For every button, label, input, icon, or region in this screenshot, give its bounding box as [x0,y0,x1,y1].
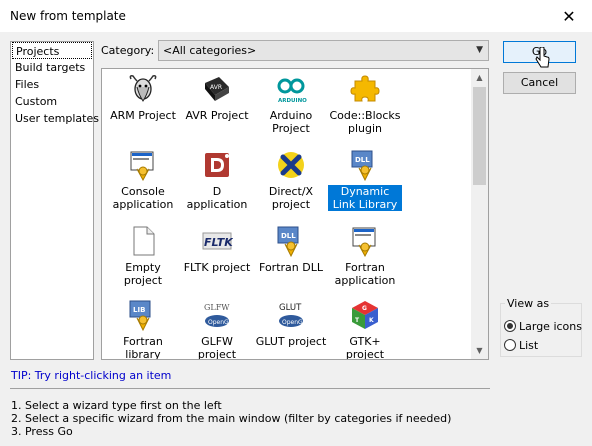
scroll-down-icon[interactable]: ▼ [471,342,488,359]
template-label: Fortran application [334,261,396,287]
radio-label: List [519,338,539,352]
template-label: Fortran library [123,335,163,360]
glut-icon: GLUT OpenGL [275,299,307,331]
dll-icon: DLL [275,225,307,258]
svg-text:DLL: DLL [355,156,370,164]
svg-text:OpenGL: OpenGL [208,319,233,326]
template-fortran-dll[interactable]: DLL Fortran DLL [254,225,328,274]
svg-text:OpenGL: OpenGL [282,319,307,326]
d-lang-icon [201,149,233,181]
template-label: Arduino Project [269,109,313,135]
template-fortran-application[interactable]: Fortran application [328,225,402,287]
gtk-icon: G T K [349,299,381,331]
template-empty-project[interactable]: Empty project [106,225,180,287]
template-grid-scrollbar[interactable]: ▲ ▼ [471,69,488,359]
template-gtk-project[interactable]: G T K GTK+ project [328,299,402,360]
blank-file-icon [127,225,159,257]
monitor-icon [349,225,381,258]
scroll-up-icon[interactable]: ▲ [471,69,488,86]
wizard-type-files[interactable]: Files [11,76,93,93]
wizard-type-build-targets[interactable]: Build targets [11,59,93,76]
radio-button-checked[interactable] [504,320,516,332]
cancel-button[interactable]: Cancel [503,72,576,94]
instruction-line: 3. Press Go [11,425,73,438]
gnu-icon [127,73,159,105]
view-list-option[interactable]: List [504,338,538,352]
svg-text:FLTK: FLTK [204,236,233,249]
new-from-template-dialog: New from template ✕ Projects Build targe… [0,0,592,446]
category-label: Category: [101,44,155,57]
tip-text: TIP: Try right-clicking an item [11,369,172,382]
radio-label: Large icons [519,319,582,333]
directx-icon [275,149,307,181]
glfw-icon: GLFW OpenGL [201,299,233,331]
wizard-type-list[interactable]: Projects Build targets Files Custom User… [10,41,99,360]
template-dynamic-link-library[interactable]: DLL Dynamic Link Library [328,149,402,211]
template-label: D application [186,185,248,211]
template-label: GLFW project [197,335,237,360]
template-avr-project[interactable]: AVR AVR Project [180,73,254,122]
svg-text:K: K [369,317,374,324]
svg-text:ARDUINO: ARDUINO [278,98,307,104]
view-large-icons-option[interactable]: Large icons [504,319,582,333]
template-console-application[interactable]: Console application [106,149,180,211]
instruction-line: 1. Select a wizard type first on the lef… [11,399,222,412]
template-label: Fortran DLL [259,261,323,274]
scroll-thumb[interactable] [473,87,486,185]
view-as-legend: View as [505,297,552,310]
template-directx-project[interactable]: Direct/X project [254,149,328,211]
wizard-type-projects[interactable]: Projects [12,42,92,59]
lib-icon: LIB [127,299,159,332]
title-bar: New from template ✕ [0,0,592,32]
template-label: Dynamic Link Library [328,185,402,211]
template-fortran-library[interactable]: LIB Fortran library [106,299,180,360]
template-label: Direct/X project [268,185,314,211]
avr-chip-icon: AVR [201,73,233,105]
console-icon [127,149,159,182]
fltk-icon: FLTK [201,225,234,257]
divider [10,388,490,389]
instructions: 1. Select a wizard type first on the lef… [11,399,451,438]
template-fltk-project[interactable]: FLTK FLTK project [180,225,254,274]
template-d-application[interactable]: D application [180,149,254,211]
template-codeblocks-plugin[interactable]: Code::Blocks plugin [328,73,402,135]
template-label: Empty project [123,261,163,287]
template-label: GLUT project [255,335,327,348]
svg-text:GLFW: GLFW [204,303,230,312]
template-arduino-project[interactable]: ARDUINO Arduino Project [254,73,328,135]
svg-text:G: G [362,305,367,312]
wizard-type-custom[interactable]: Custom [11,93,93,110]
instruction-line: 2. Select a specific wizard from the mai… [11,412,452,425]
category-value: <All categories> [163,44,257,57]
template-label: ARM Project [110,109,176,122]
svg-text:DLL: DLL [281,232,296,240]
window-title: New from template [10,9,126,23]
template-label: Code::Blocks plugin [329,109,401,135]
template-label: GTK+ project [345,335,385,360]
template-label: FLTK project [183,261,251,274]
svg-text:GLUT: GLUT [279,303,302,313]
radio-button[interactable] [504,339,516,351]
template-label: Console application [112,185,174,211]
template-glfw-project[interactable]: GLFW OpenGL GLFW project [180,299,254,360]
puzzle-icon [349,73,381,105]
template-grid[interactable]: ARM Project AVR AVR Project ARDUINO Ardu… [101,68,489,360]
category-select[interactable]: <All categories> ▼ [158,40,489,61]
close-icon[interactable]: ✕ [546,0,592,32]
mouse-pointer-icon [535,46,551,72]
wizard-type-user-templates[interactable]: User templates [11,110,99,127]
template-glut-project[interactable]: GLUT OpenGL GLUT project [254,299,328,348]
template-label: AVR Project [185,109,249,122]
template-arm-project[interactable]: ARM Project [106,73,180,122]
chevron-down-icon[interactable]: ▼ [476,41,483,60]
dll-icon: DLL [349,149,381,182]
arduino-icon: ARDUINO [275,73,307,105]
svg-text:AVR: AVR [210,84,222,91]
svg-text:LIB: LIB [133,306,145,314]
